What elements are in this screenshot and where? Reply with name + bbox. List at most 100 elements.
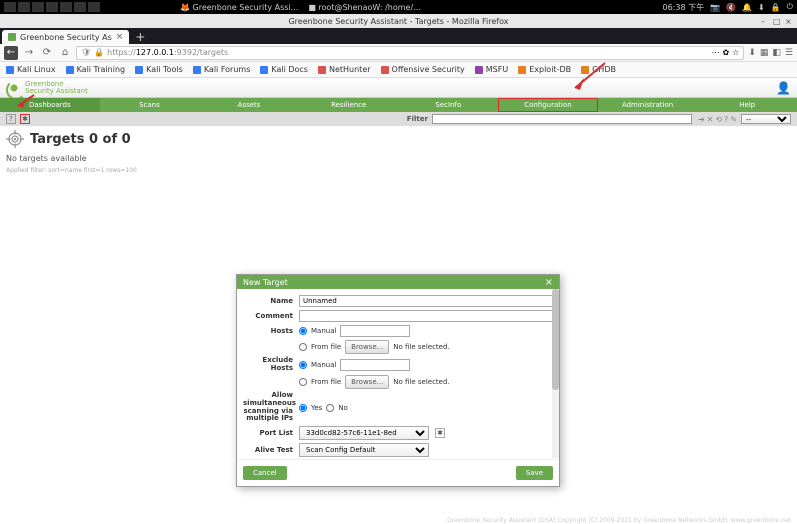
bookmark-msfu[interactable]: MSFU: [475, 65, 508, 74]
power-icon[interactable]: ⏻: [787, 2, 793, 12]
window-close-icon[interactable]: ×: [785, 17, 793, 25]
greenbone-logo[interactable]: Greenbone Security Assistant: [6, 80, 88, 96]
tab-close-icon[interactable]: ×: [116, 32, 124, 42]
hosts-manual-radio[interactable]: [299, 327, 307, 335]
home-button[interactable]: ⌂: [58, 46, 72, 60]
bookmark-icon: [135, 66, 143, 74]
exclude-file-label: From file: [311, 378, 341, 386]
url-more-icon[interactable]: ⋯: [711, 48, 719, 57]
url-input[interactable]: 🛡 🔒 https://127.0.0.1:9392/targets ⋯ ✿ ☆: [76, 46, 744, 60]
taskbar-window-firefox[interactable]: 🦊 Greenbone Security Assi...: [180, 3, 298, 12]
filter-edit-icon[interactable]: ✎: [730, 115, 737, 124]
url-save-icon[interactable]: ✿: [722, 48, 729, 57]
nav-scans[interactable]: Scans: [100, 98, 200, 112]
new-tab-button[interactable]: +: [129, 30, 151, 44]
taskbar-app-7[interactable]: [88, 2, 100, 12]
nav-assets[interactable]: Assets: [199, 98, 299, 112]
exclude-browse-button[interactable]: Browse...: [345, 375, 389, 389]
taskbar-app-2[interactable]: [18, 2, 30, 12]
bookmark-kali-tools[interactable]: Kali Tools: [135, 65, 183, 74]
screenshot-icon[interactable]: 📷: [710, 3, 720, 12]
taskbar-app-1[interactable]: [4, 2, 16, 12]
shield-icon[interactable]: 🛡: [81, 48, 91, 57]
browser-toolbar: ← → ⟳ ⌂ 🛡 🔒 https://127.0.0.1:9392/targe…: [0, 44, 797, 62]
nav-configuration[interactable]: Configuration: [498, 98, 598, 112]
new-target-dialog: New Target × Name Comment Hosts Manual: [236, 274, 560, 487]
applied-filter-text: Applied filter: sort=name first=1 rows=1…: [0, 165, 797, 176]
bookmark-exploit-db[interactable]: Exploit-DB: [518, 65, 571, 74]
bookmark-kali-linux[interactable]: Kali Linux: [6, 65, 56, 74]
alive-test-label: Alive Test: [243, 446, 293, 454]
bookmark-kali-training[interactable]: Kali Training: [66, 65, 126, 74]
filter-saved-dropdown[interactable]: --: [741, 114, 791, 124]
download-toolbar-icon[interactable]: ⬇: [748, 48, 756, 58]
filter-help-icon[interactable]: ?: [724, 115, 728, 124]
taskbar-app-4[interactable]: [46, 2, 58, 12]
hosts-manual-label: Manual: [311, 327, 336, 335]
app-header: Greenbone Security Assistant 👤: [0, 78, 797, 98]
nav-resilience[interactable]: Resilience: [299, 98, 399, 112]
nav-secinfo[interactable]: SecInfo: [399, 98, 499, 112]
bookmark-kali-docs[interactable]: Kali Docs: [260, 65, 308, 74]
content-area: Targets 0 of 0 No targets available Appl…: [0, 126, 797, 524]
bookmark-icon: [6, 66, 14, 74]
clock[interactable]: 06:38 下午: [662, 2, 704, 13]
alive-test-dropdown[interactable]: Scan Config Default: [299, 443, 429, 457]
filter-clear-icon[interactable]: ✕: [707, 115, 714, 124]
bookmark-ghdb[interactable]: GHDB: [581, 65, 616, 74]
nav-dashboards[interactable]: Dashboards: [0, 98, 100, 112]
lock-icon[interactable]: 🔒: [771, 3, 781, 12]
url-star-icon[interactable]: ☆: [732, 48, 739, 57]
allow-yes-radio[interactable]: [299, 404, 307, 412]
nav-help[interactable]: Help: [697, 98, 797, 112]
browser-tab-active[interactable]: Greenbone Security As ×: [2, 30, 129, 44]
bookmark-nethunter[interactable]: NetHunter: [318, 65, 371, 74]
back-button[interactable]: ←: [4, 46, 18, 60]
forward-button[interactable]: →: [22, 46, 36, 60]
user-profile-icon[interactable]: 👤: [776, 81, 791, 95]
allow-yes-label: Yes: [311, 404, 322, 412]
exclude-manual-radio[interactable]: [299, 361, 307, 369]
filter-reset-icon[interactable]: ⟲: [715, 115, 722, 124]
nav-administration[interactable]: Administration: [598, 98, 698, 112]
taskbar-app-3[interactable]: [32, 2, 44, 12]
extension-2-icon[interactable]: ◧: [772, 48, 781, 58]
notification-icon[interactable]: 🔔: [742, 3, 752, 12]
exclude-manual-input[interactable]: [340, 359, 410, 371]
dialog-scrollbar[interactable]: [552, 289, 559, 458]
cancel-button[interactable]: Cancel: [243, 466, 287, 480]
filter-apply-icon[interactable]: ➔: [698, 115, 705, 124]
bookmark-offensive-security[interactable]: Offensive Security: [381, 65, 465, 74]
allow-no-radio[interactable]: [326, 404, 334, 412]
window-maximize-icon[interactable]: □: [773, 17, 781, 25]
hosts-browse-button[interactable]: Browse...: [345, 340, 389, 354]
exclude-manual-label: Manual: [311, 361, 336, 369]
hosts-file-radio[interactable]: [299, 343, 307, 351]
name-input[interactable]: [299, 295, 553, 307]
volume-mute-icon[interactable]: 🔇: [726, 3, 736, 12]
download-icon[interactable]: ⬇: [758, 3, 765, 12]
reload-button[interactable]: ⟳: [40, 46, 54, 60]
bookmark-icon: [581, 66, 589, 74]
comment-input[interactable]: [299, 310, 553, 322]
taskbar-app-5[interactable]: [60, 2, 72, 12]
taskbar-window-terminal[interactable]: ■ root@ShenaoW: /home/...: [308, 3, 420, 12]
filter-input[interactable]: [432, 114, 692, 124]
help-tool-icon[interactable]: ?: [6, 114, 16, 124]
save-button[interactable]: Save: [516, 466, 553, 480]
bookmark-kali-forums[interactable]: Kali Forums: [193, 65, 251, 74]
hosts-manual-input[interactable]: [340, 325, 410, 337]
lock-warning-icon[interactable]: 🔒: [94, 48, 104, 57]
portlist-dropdown[interactable]: 33d0cd82-57c6-11e1-8ed: [299, 426, 429, 440]
bookmark-icon: [381, 66, 389, 74]
taskbar-app-6[interactable]: [74, 2, 86, 12]
exclude-file-radio[interactable]: [299, 378, 307, 386]
portlist-new-icon[interactable]: ✱: [435, 428, 445, 438]
extension-1-icon[interactable]: ▦: [760, 48, 769, 58]
window-titlebar: Greenbone Security Assistant - Targets -…: [0, 14, 797, 28]
menu-icon[interactable]: ☰: [785, 48, 793, 58]
dialog-close-icon[interactable]: ×: [545, 277, 553, 288]
bookmark-bar: Kali Linux Kali Training Kali Tools Kali Fo…: [0, 62, 797, 78]
window-minimize-icon[interactable]: –: [761, 17, 769, 25]
new-target-tool-icon[interactable]: ✱: [20, 114, 30, 124]
